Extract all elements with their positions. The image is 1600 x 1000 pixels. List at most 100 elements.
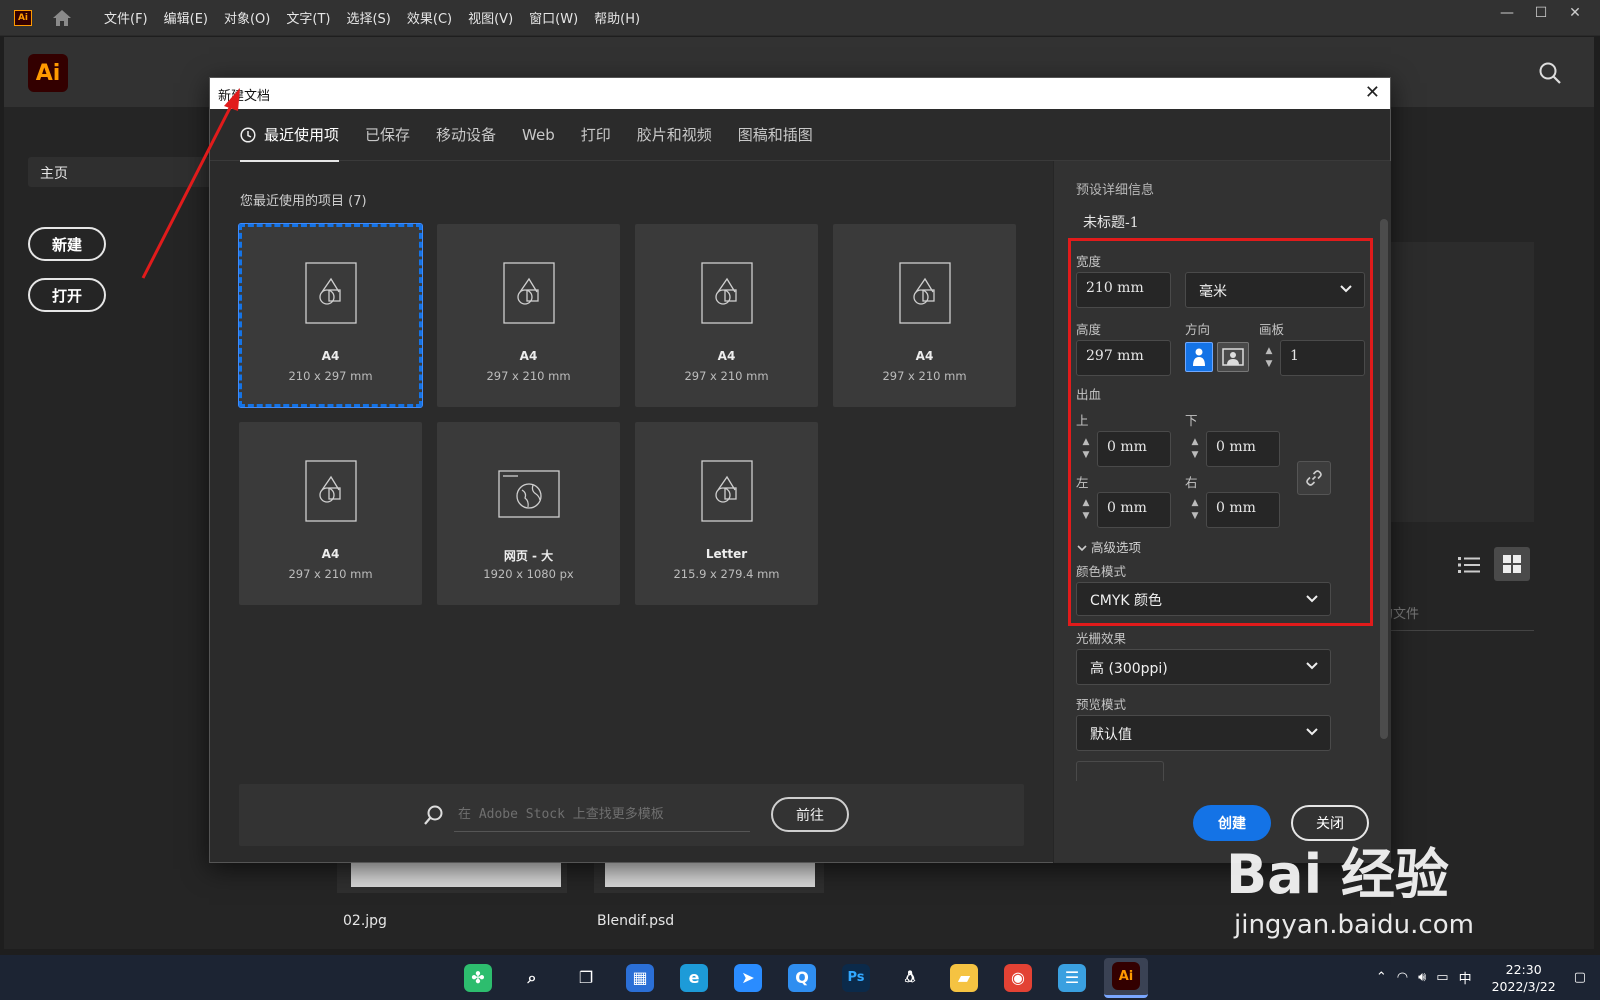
close-window-button[interactable]: ✕ (1558, 0, 1592, 26)
preset-card[interactable]: A4 297 x 210 mm (635, 224, 818, 407)
tab-label: 打印 (580, 126, 611, 144)
tab-label: 图稿和插图 (737, 126, 813, 144)
menu-item[interactable]: 文字(T) (278, 8, 338, 27)
document-icon (304, 460, 357, 522)
tab-label: Web (522, 125, 555, 144)
task-view-icon[interactable]: ❐ (564, 958, 608, 998)
widgets-icon[interactable]: ▦ (618, 958, 662, 998)
preset-icon (502, 262, 555, 328)
qq-icon[interactable]: 🐧︎ (888, 958, 932, 998)
menu-item[interactable]: 效果(C) (399, 8, 460, 27)
wifi-icon[interactable]: ◠ (1397, 970, 1408, 985)
clock[interactable]: 22:30 2022/3/22 (1492, 961, 1556, 995)
search-icon[interactable] (1538, 61, 1562, 85)
preset-size: 297 x 210 mm (882, 369, 967, 383)
new-button[interactable]: 新建 (28, 227, 106, 261)
preset-size: 215.9 x 279.4 mm (673, 567, 780, 581)
tab-2[interactable]: 移动设备 (436, 109, 496, 161)
create-button[interactable]: 创建 (1193, 805, 1271, 841)
tab-1[interactable]: 已保存 (365, 109, 410, 161)
chrome-icon-glyph: ◉ (1004, 963, 1032, 992)
preset-name: Letter (705, 547, 748, 561)
home-icon[interactable] (52, 9, 72, 27)
preset-icon (304, 262, 357, 328)
illustrator-icon-glyph: Ai (1112, 962, 1140, 990)
file-explorer-icon[interactable]: ▰ (942, 958, 986, 998)
web-icon (497, 470, 560, 518)
edge-icon[interactable]: e (672, 958, 716, 998)
preset-card[interactable]: Letter 215.9 x 279.4 mm (635, 422, 818, 605)
dialog-close-icon[interactable]: ✕ (1365, 82, 1380, 104)
notepad-icon-glyph: ☰ (1058, 963, 1086, 992)
tab-label: 已保存 (365, 126, 411, 144)
illustrator-logo: Ai (28, 54, 68, 92)
preset-card[interactable]: 网页 - 大 1920 x 1080 px (437, 422, 620, 605)
menu-item[interactable]: 文件(F) (96, 8, 156, 27)
close-button[interactable]: 关闭 (1291, 805, 1369, 841)
dialog-title: 新建文档 (218, 89, 271, 104)
tab-6[interactable]: 图稿和插图 (738, 109, 813, 161)
grid-view-button[interactable] (1494, 547, 1530, 581)
edge-icon-glyph: e (680, 963, 708, 992)
dialog-titlebar: 新建文档 ✕ (210, 78, 1390, 109)
list-view-icon[interactable] (1458, 556, 1480, 574)
search-icon[interactable]: ⌕ (510, 958, 554, 998)
menu-item[interactable]: 帮助(H) (586, 8, 648, 27)
notepad-icon[interactable]: ☰ (1050, 958, 1094, 998)
tab-0[interactable]: 最近使用项 (240, 109, 340, 162)
tab-label: 胶片和视频 (636, 126, 712, 144)
preset-details-panel: 预设详细信息 未标题-1 宽度 210 mm 毫米 高度 297 mm 方向 画… (1053, 161, 1391, 863)
menu-item[interactable]: 选择(S) (338, 8, 398, 27)
browser-icon[interactable]: Q (780, 958, 824, 998)
preset-card[interactable]: A4 297 x 210 mm (239, 422, 422, 605)
tab-4[interactable]: 打印 (581, 109, 611, 161)
preset-card[interactable]: A4 210 x 297 mm (238, 223, 423, 408)
menu-item[interactable]: 视图(V) (460, 8, 521, 27)
go-button[interactable]: 前往 (771, 797, 849, 832)
start-icon[interactable]: ✤ (456, 958, 500, 998)
document-name-field[interactable]: 未标题-1 (1083, 212, 1139, 232)
file-name[interactable]: 02.jpg (343, 913, 387, 929)
chrome-icon[interactable]: ◉ (996, 958, 1040, 998)
nav-home[interactable]: 主页 (28, 157, 218, 187)
battery-icon[interactable]: ▭ (1436, 970, 1448, 985)
preset-name: 网页 - 大 (503, 549, 554, 563)
preset-card[interactable]: A4 297 x 210 mm (437, 224, 620, 407)
menu-bar: Ai 文件(F) 编辑(E) 对象(O) 文字(T) 选择(S) 效果(C) 视图(V) 窗口… (0, 0, 1600, 36)
preset-size: 297 x 210 mm (486, 369, 571, 383)
ime-indicator[interactable]: 中 (1459, 968, 1472, 987)
search-icon (424, 805, 443, 825)
preset-name: A4 (519, 349, 538, 363)
taskbar-apps: ✤ ⌕ ❐ ▦ e ➤ Q Ps 🐧︎ ▰ ◉ ☰ Ai (456, 955, 1158, 1000)
file-name[interactable]: Blendif.psd (597, 913, 674, 929)
volume-icon[interactable]: 🔊︎ (1418, 970, 1426, 985)
illustrator-icon[interactable]: Ai (1104, 957, 1148, 998)
scrollbar-thumb[interactable] (1380, 219, 1388, 739)
stock-search-input[interactable] (454, 798, 750, 832)
tab-5[interactable]: 胶片和视频 (637, 109, 712, 161)
maximize-button[interactable]: ☐ (1524, 0, 1558, 26)
annotation-highlight-box (1068, 238, 1373, 626)
photoshop-icon[interactable]: Ps (834, 958, 878, 998)
grid-view-icon (1503, 555, 1521, 573)
preview-mode-select[interactable]: 默认值 (1076, 715, 1331, 751)
document-icon (502, 262, 555, 324)
app-icon[interactable]: Ai (14, 9, 32, 26)
details-scrollbar[interactable] (1379, 205, 1389, 773)
feishu-icon[interactable]: ➤ (726, 958, 770, 998)
tray-chevron-icon[interactable]: ⌃ (1376, 970, 1387, 985)
clock-date: 2022/3/22 (1491, 978, 1556, 994)
preset-card[interactable]: A4 297 x 210 mm (833, 224, 1016, 407)
system-tray: ⌃ ◠ 🔊︎ ▭ 中 22:30 2022/3/22 ▢ (1376, 955, 1600, 1000)
raster-effects-select[interactable]: 高 (300ppi) (1076, 649, 1331, 685)
minimize-button[interactable]: — (1490, 0, 1524, 26)
notification-icon[interactable]: ▢ (1574, 970, 1586, 985)
tab-label: 移动设备 (436, 126, 497, 144)
menu-item[interactable]: 对象(O) (216, 8, 278, 27)
divider (1368, 630, 1534, 631)
menu-item[interactable]: 编辑(E) (156, 8, 216, 27)
menu-item[interactable]: 窗口(W) (521, 8, 586, 27)
feishu-icon-glyph: ➤ (734, 963, 762, 992)
open-button[interactable]: 打开 (28, 278, 106, 312)
tab-3[interactable]: Web (522, 109, 555, 161)
